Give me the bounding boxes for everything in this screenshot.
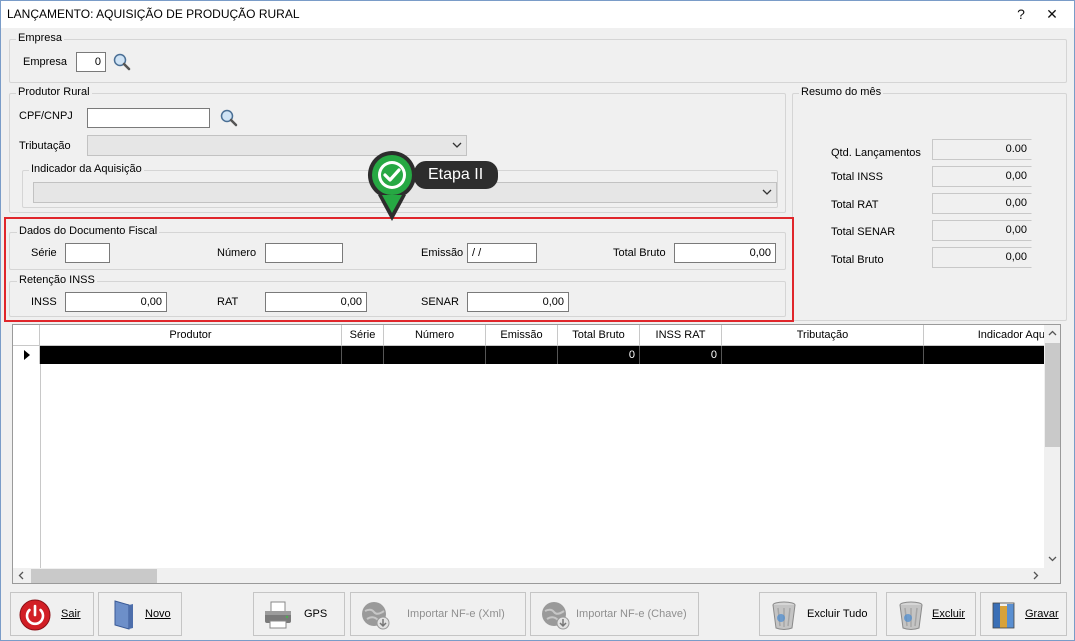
gps-button[interactable]: GPS — [253, 592, 345, 636]
resumo-label-qtd: Qtd. Lançamentos — [831, 147, 921, 159]
resumo-value-inss: 0,00 — [932, 166, 1032, 187]
col-total-bruto[interactable]: Total Bruto — [558, 325, 640, 346]
gravar-label: Gravar — [1025, 608, 1059, 620]
importar-xml-label: Importar NF-e (Xml) — [407, 608, 505, 620]
resumo-label-senar: Total SENAR — [831, 226, 896, 238]
gps-label: GPS — [304, 608, 328, 620]
tributacao-label: Tributação — [19, 140, 71, 152]
empresa-label: Empresa — [23, 56, 68, 68]
importar-xml-button[interactable]: Importar NF-e (Xml) — [350, 592, 526, 636]
chevron-down-icon — [762, 189, 772, 195]
col-inss-rat[interactable]: INSS RAT — [640, 325, 722, 346]
chevron-down-icon — [452, 142, 462, 148]
close-button[interactable]: ✕ — [1032, 1, 1072, 28]
resumo-value-qtd: 0.00 — [932, 139, 1032, 160]
col-tributacao[interactable]: Tributação — [722, 325, 924, 346]
save-books-icon — [989, 599, 1021, 631]
excluir-button[interactable]: Excluir — [886, 592, 976, 636]
vertical-scrollbar[interactable] — [1044, 325, 1060, 568]
novo-label: Novo — [145, 608, 171, 620]
power-icon — [19, 599, 51, 631]
empresa-legend: Empresa — [16, 32, 65, 44]
col-numero[interactable]: Número — [384, 325, 486, 346]
produtor-legend: Produtor Rural — [16, 86, 92, 98]
excluir-tudo-label: Excluir Tudo — [807, 608, 868, 620]
cpf-input[interactable] — [87, 108, 210, 128]
vertical-scroll-thumb[interactable] — [1045, 343, 1060, 447]
highlight-frame — [4, 217, 794, 322]
grid-corner — [13, 325, 40, 346]
excluir-label: Excluir — [932, 608, 966, 620]
importar-chave-label: Importar NF-e (Chave) — [576, 608, 687, 620]
resumo-label-bruto: Total Bruto — [831, 254, 884, 266]
importar-chave-button[interactable]: Importar NF-e (Chave) — [530, 592, 699, 636]
novo-button[interactable]: Novo — [98, 592, 182, 636]
resumo-value-rat: 0,00 — [932, 193, 1032, 214]
col-produtor[interactable]: Produtor — [40, 325, 342, 346]
col-serie[interactable]: Série — [342, 325, 384, 346]
printer-icon — [262, 599, 294, 631]
horizontal-scrollbar[interactable] — [13, 568, 1044, 583]
window-title: LANÇAMENTO: AQUISIÇÃO DE PRODUÇÃO RURAL — [7, 7, 300, 21]
row-selector[interactable] — [13, 346, 40, 364]
scroll-right-icon[interactable] — [1031, 571, 1040, 580]
main-window: LANÇAMENTO: AQUISIÇÃO DE PRODUÇÃO RURAL … — [0, 0, 1075, 641]
cpf-label: CPF/CNPJ — [19, 110, 73, 122]
table-row-cell[interactable]: 0 — [558, 346, 640, 364]
scroll-corner — [1044, 568, 1060, 583]
etapa-callout: Etapa II — [414, 161, 498, 189]
resumo-label-rat: Total RAT — [831, 199, 879, 211]
scroll-up-icon[interactable] — [1048, 329, 1057, 338]
trash-icon — [768, 599, 800, 631]
col-indicador[interactable]: Indicador Aqu — [924, 325, 1046, 346]
empresa-input[interactable]: 0 — [76, 52, 106, 72]
scroll-down-icon[interactable] — [1048, 554, 1057, 563]
resumo-value-senar: 0,00 — [932, 220, 1032, 241]
title-bar: LANÇAMENTO: AQUISIÇÃO DE PRODUÇÃO RURAL … — [1, 1, 1074, 28]
resumo-value-bruto: 0,00 — [932, 247, 1032, 268]
excluir-tudo-button[interactable]: Excluir Tudo — [759, 592, 877, 636]
resumo-label-inss: Total INSS — [831, 171, 883, 183]
table-row-cell[interactable] — [40, 346, 342, 364]
trash-icon — [895, 599, 927, 631]
lancamentos-grid[interactable]: Produtor Série Número Emissão Total Brut… — [12, 324, 1061, 584]
table-row-cell[interactable]: 0 — [640, 346, 722, 364]
checkmark-icon — [364, 147, 420, 223]
gravar-button[interactable]: Gravar — [980, 592, 1067, 636]
scroll-left-icon[interactable] — [17, 571, 26, 580]
globe-download-icon — [359, 599, 391, 631]
sair-button[interactable]: Sair — [10, 592, 94, 636]
table-row-cell[interactable] — [384, 346, 486, 364]
table-row-cell[interactable] — [342, 346, 384, 364]
search-icon[interactable] — [219, 108, 239, 128]
table-row-cell[interactable] — [924, 346, 1046, 364]
new-document-icon — [107, 599, 139, 631]
horizontal-scroll-thumb[interactable] — [31, 569, 157, 583]
row-pointer-icon — [24, 350, 30, 360]
indicador-legend: Indicador da Aquisição — [29, 163, 144, 175]
grid-divider — [40, 364, 41, 570]
resumo-group: Resumo do mês Qtd. Lançamentos 0.00 Tota… — [792, 86, 1067, 321]
empresa-group: Empresa Empresa 0 — [9, 32, 1067, 83]
search-icon[interactable] — [112, 52, 132, 72]
resumo-legend: Resumo do mês — [799, 86, 884, 98]
globe-download-icon — [539, 599, 571, 631]
col-emissao[interactable]: Emissão — [486, 325, 558, 346]
sair-label: Sair — [61, 608, 81, 620]
table-row-cell[interactable] — [486, 346, 558, 364]
table-row-cell[interactable] — [722, 346, 924, 364]
